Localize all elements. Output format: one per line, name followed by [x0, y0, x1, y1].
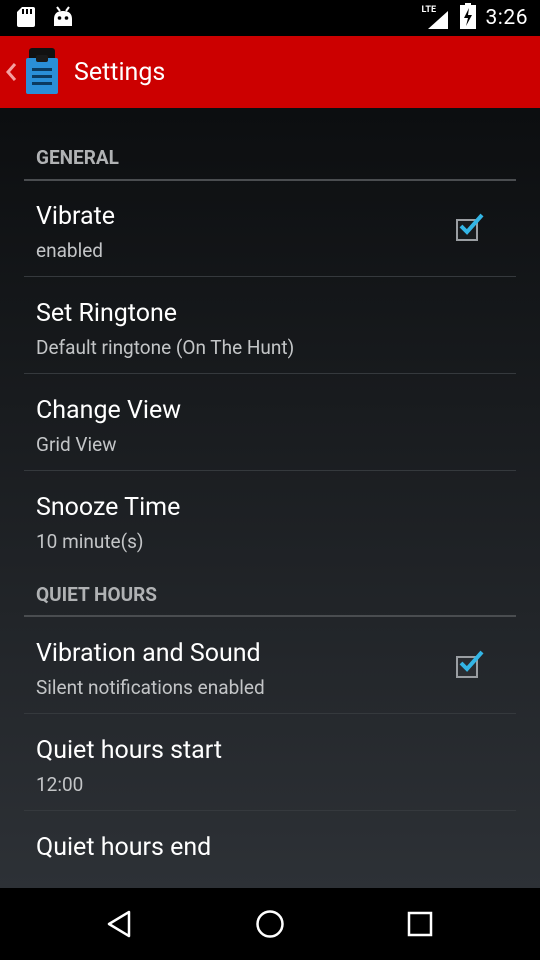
pref-set-ringtone[interactable]: Set Ringtone Default ringtone (On The Hu… — [24, 277, 516, 374]
recents-icon — [407, 911, 433, 937]
pref-title: Snooze Time — [36, 493, 181, 522]
vibration-and-sound-checkbox[interactable] — [456, 650, 484, 678]
action-bar: Settings — [0, 36, 540, 108]
pref-change-view[interactable]: Change View Grid View — [24, 374, 516, 471]
section-header-label: GENERAL — [36, 146, 119, 169]
checkmark-icon — [459, 650, 484, 672]
section-header-label: QUIET HOURS — [36, 583, 157, 606]
nav-home-button[interactable] — [220, 888, 320, 960]
battery-charging-icon — [459, 3, 476, 33]
nav-recents-button[interactable] — [370, 888, 470, 960]
pref-summary: 10 minute(s) — [36, 530, 144, 553]
lte-signal-icon: LTE — [422, 5, 450, 31]
pref-quiet-hours-end[interactable]: Quiet hours end — [24, 811, 516, 888]
checkmark-icon — [459, 213, 484, 235]
pref-title: Quiet hours end — [36, 833, 212, 862]
pref-title: Change View — [36, 396, 181, 425]
settings-screen: LTE 3:26 Settings GENERAL Vibrate enable… — [0, 0, 540, 960]
clock: 3:26 — [485, 6, 528, 30]
status-bar: LTE 3:26 — [0, 0, 540, 36]
pref-title: Vibrate — [36, 202, 116, 231]
preference-list: GENERAL Vibrate enabled Set Ringtone Def… — [0, 108, 540, 888]
back-icon — [107, 910, 131, 938]
pref-title: Set Ringtone — [36, 299, 178, 328]
pref-title: Vibration and Sound — [36, 639, 261, 668]
chevron-left-icon — [4, 60, 18, 84]
sd-card-icon — [16, 6, 36, 32]
navigation-bar — [0, 888, 540, 960]
pref-title: Quiet hours start — [36, 736, 223, 765]
pref-summary: Silent notifications enabled — [36, 676, 265, 699]
pref-summary: Grid View — [36, 433, 117, 456]
pref-snooze-time[interactable]: Snooze Time 10 minute(s) — [24, 471, 516, 568]
section-header-quiet-hours: QUIET HOURS — [24, 583, 516, 617]
nav-back-button[interactable] — [70, 888, 170, 960]
app-icon — [24, 48, 60, 96]
pref-summary: Default ringtone (On The Hunt) — [36, 336, 295, 359]
android-debug-icon — [52, 6, 74, 32]
pref-vibration-and-sound[interactable]: Vibration and Sound Silent notifications… — [24, 617, 516, 714]
home-icon — [256, 910, 284, 938]
pref-summary: enabled — [36, 239, 103, 262]
section-header-general: GENERAL — [24, 146, 516, 181]
page-title: Settings — [74, 57, 166, 87]
pref-summary: 12:00 — [36, 773, 84, 796]
pref-quiet-hours-start[interactable]: Quiet hours start 12:00 — [24, 714, 516, 811]
pref-vibrate[interactable]: Vibrate enabled — [24, 180, 516, 277]
up-navigation-button[interactable] — [0, 36, 60, 108]
vibrate-checkbox[interactable] — [456, 213, 484, 241]
